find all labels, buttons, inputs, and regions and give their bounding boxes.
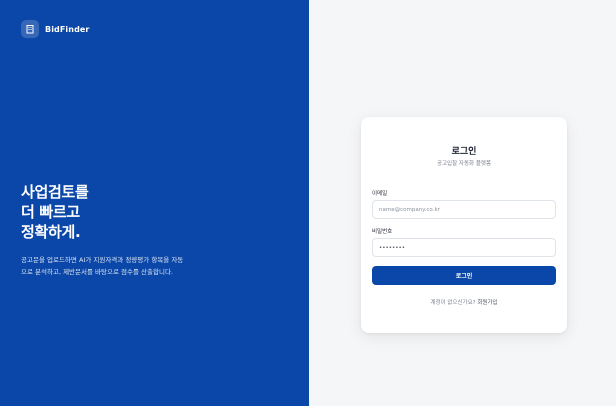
login-title: 로그인 [451,147,477,157]
hero-headline-line-2: 더 빠르고 [21,203,80,221]
hero-panel: BidFinder 사업검토를 더 빠르고 정확하게. 공고문을 업로드하면 A… [0,0,309,406]
login-button[interactable]: 로그인 [372,266,556,285]
hero-description-line-1: 공고문을 업로드하면 AI가 지원자격과 정량평가 항목을 자동 [21,256,184,264]
hero-headline-line-3: 정확하게. [21,223,81,241]
login-card: 로그인 공고입찰 자동화 플랫폼 이메일 비밀번호 로그인 계정이 없으신가요?… [361,117,567,333]
brand-name: BidFinder [45,24,90,34]
building-icon [21,20,39,38]
signup-link[interactable]: 회원가입 [477,300,497,306]
password-label: 비밀번호 [372,229,393,235]
email-field[interactable] [372,200,556,219]
password-field[interactable] [372,238,556,257]
login-subtitle: 공고입찰 자동화 플랫폼 [436,161,492,167]
hero-description-line-2: 으로 분석하고, 제반문서를 바탕으로 점수를 산출합니다. [21,268,174,276]
brand: BidFinder [21,20,89,38]
signup-row: 계정이 없으신가요? 회원가입 [361,298,567,306]
hero-content: 사업검토를 더 빠르고 정확하게. 공고문을 업로드하면 AI가 지원자격과 정… [21,182,236,278]
hero-description: 공고문을 업로드하면 AI가 지원자격과 정량평가 항목을 자동 으로 분석하고… [21,254,236,278]
email-label: 이메일 [372,191,388,197]
hero-headline-line-1: 사업검토를 [21,183,89,201]
signup-prompt: 계정이 없으신가요? [430,300,476,306]
